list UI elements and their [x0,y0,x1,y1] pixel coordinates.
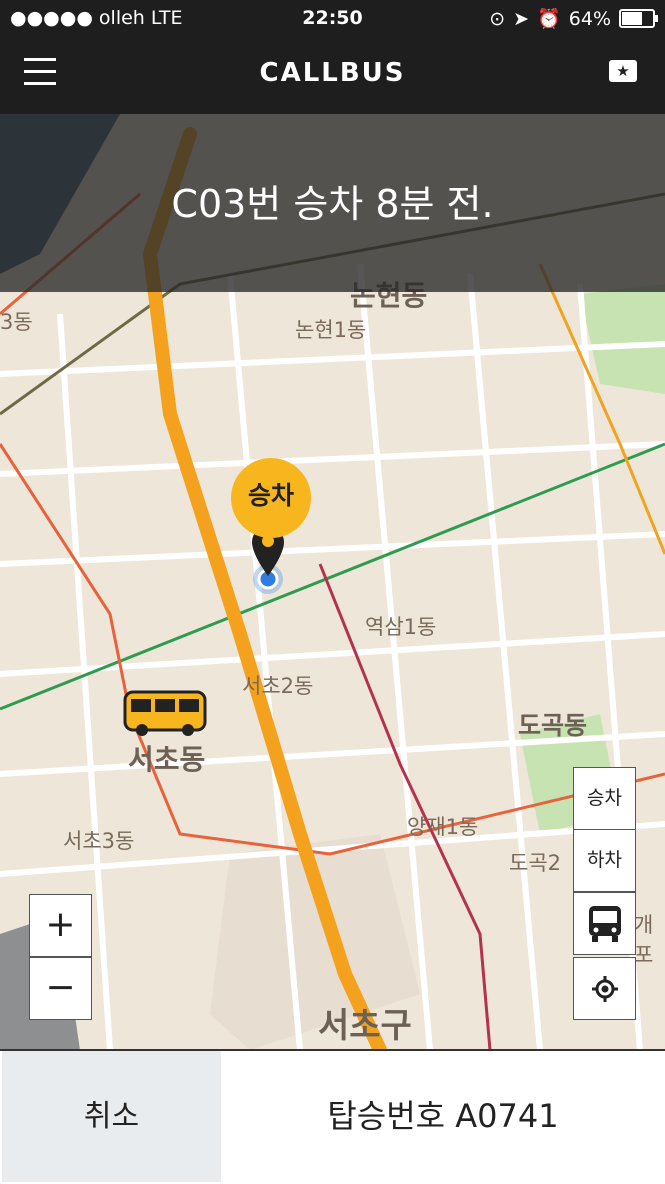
cancel-button[interactable]: 취소 [2,1051,221,1182]
app-title: CALLBUS [259,58,406,88]
alarm-icon: ⏰ [537,8,561,30]
map-label: 서초3동 [63,829,135,853]
location-arrow-icon: ➤ [513,7,530,30]
map-label: 양재1동 [407,815,479,839]
bus-button[interactable] [573,892,636,955]
boarding-number: 탑승번호 A0741 [327,1097,559,1135]
map-label: 개포 [634,913,654,967]
pickup-marker[interactable]: 승차 [231,458,311,538]
map-label: 도곡2 [509,851,562,875]
zoom-in-button[interactable]: + [29,894,92,957]
pickup-location-button[interactable]: 승차 [573,767,636,830]
dropoff-location-button[interactable]: 하차 [573,829,636,892]
ticket-button[interactable]: ★ [609,60,637,82]
orientation-lock-icon: ⊙ [489,7,506,30]
eta-banner: C03번 승차 8분 전. [0,114,665,292]
locate-icon [591,976,618,1002]
map-label: 서초동 [128,743,206,776]
my-location-button[interactable] [573,957,636,1020]
battery-percent: 64% [568,7,611,30]
map-label: 논현1동 [295,318,367,342]
ticket-icon: ★ [616,62,630,80]
bus-map-icon [123,690,207,736]
bottom-bar: 취소 탑승번호 A0741 [0,1049,665,1184]
status-bar: ●●●●● olleh LTE 22:50 ⊙ ➤ ⏰ 64% [0,0,665,36]
zoom-out-button[interactable]: − [29,957,92,1020]
map-label: 서초구 [318,1006,412,1046]
battery-icon [619,9,658,28]
nav-bar: CALLBUS ★ [0,36,665,114]
bus-icon [588,906,621,942]
map-label: 역삼1동 [365,615,437,639]
map-label: 도곡동 [518,711,588,740]
map-label: 서초2동 [242,674,314,698]
map-label: 3동 [0,310,33,334]
